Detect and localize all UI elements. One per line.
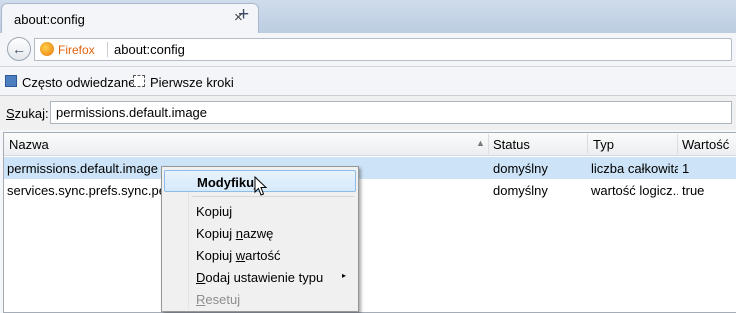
column-header-name[interactable]: Nazwa: [9, 137, 49, 152]
column-divider[interactable]: [587, 134, 588, 154]
menu-item-add-setting[interactable]: Dodaj ustawienie typu ▸: [164, 266, 356, 288]
prefs-table: Nazwa ▲ Status Typ Wartość permissions.d…: [3, 132, 736, 313]
sort-ascending-icon: ▲: [476, 138, 485, 148]
new-tab-icon[interactable]: +: [238, 4, 249, 26]
menu-item-copy-value[interactable]: Kopiuj wartość: [164, 244, 356, 266]
table-header: Nazwa ▲ Status Typ Wartość: [4, 133, 736, 156]
mouse-cursor-icon: [254, 176, 268, 196]
column-divider[interactable]: [488, 134, 489, 154]
tab-about-config[interactable]: about:config ×: [1, 3, 259, 33]
tab-strip: about:config × +: [0, 0, 736, 33]
pref-type: liczba całkowita: [591, 161, 678, 176]
bookmark-most-visited[interactable]: Często odwiedzane: [22, 75, 135, 90]
column-header-value[interactable]: Wartość: [682, 137, 729, 152]
url-text[interactable]: about:config: [114, 42, 185, 57]
column-header-type[interactable]: Typ: [593, 137, 614, 152]
pref-status: domyślny: [493, 183, 548, 198]
table-row[interactable]: services.sync.prefs.sync.perm domyślny w…: [4, 179, 736, 201]
column-divider[interactable]: [677, 134, 678, 154]
search-label: Szukaj:: [6, 106, 49, 121]
tab-title: about:config: [14, 12, 85, 27]
bookmark-getting-started[interactable]: Pierwsze kroki: [150, 75, 234, 90]
pref-value: true: [682, 183, 705, 198]
search-row: Szukaj:: [0, 96, 736, 130]
pref-value: 1: [682, 161, 690, 176]
menu-separator: [192, 196, 354, 197]
identity-label[interactable]: Firefox: [58, 43, 95, 57]
navigation-bar: ← Firefox about:config: [0, 33, 736, 67]
search-input[interactable]: [50, 101, 732, 124]
firefox-icon: [40, 42, 54, 56]
menu-item-reset: Resetuj: [196, 292, 241, 307]
bookmarks-toolbar: Często odwiedzane Pierwsze kroki: [0, 67, 736, 96]
submenu-arrow-icon: ▸: [341, 271, 346, 280]
column-header-status[interactable]: Status: [493, 137, 530, 152]
table-row[interactable]: permissions.default.image domyślny liczb…: [4, 157, 736, 179]
pref-status: domyślny: [493, 161, 548, 176]
page-icon: [133, 75, 145, 87]
url-separator: [107, 42, 108, 57]
pref-type: wartość logicz...: [591, 183, 678, 198]
bookmark-folder-icon: [5, 75, 17, 87]
back-button[interactable]: ←: [7, 37, 31, 61]
url-bar[interactable]: Firefox about:config: [34, 38, 732, 61]
menu-item-copy-name[interactable]: Kopiuj nazwę: [164, 222, 356, 244]
menu-item-copy[interactable]: Kopiuj: [164, 200, 356, 222]
